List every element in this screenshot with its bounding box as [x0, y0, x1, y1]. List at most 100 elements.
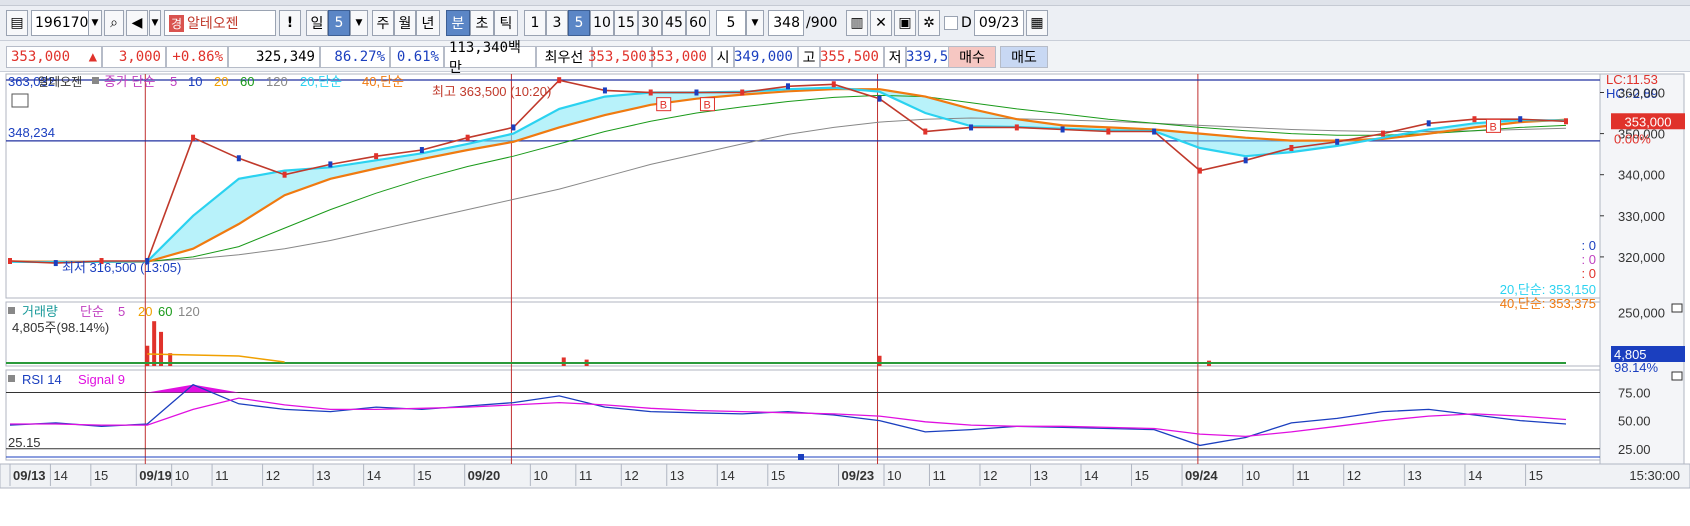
- minute-button-60[interactable]: 60: [686, 10, 710, 36]
- x-tick-label: 10: [533, 468, 547, 483]
- y-tick-label: 330,000: [1618, 209, 1665, 224]
- buy-marker-label: B: [660, 100, 667, 112]
- buy-button[interactable]: 매수: [948, 46, 996, 68]
- price-candle: [969, 124, 974, 131]
- x-tick-label: 13: [1033, 468, 1047, 483]
- x-tick-label: 13: [670, 468, 684, 483]
- tab-period-6[interactable]: 초: [470, 10, 494, 36]
- price-candle: [1060, 126, 1065, 133]
- gear-icon[interactable]: ✲: [918, 10, 940, 36]
- minute-button-10[interactable]: 10: [590, 10, 614, 36]
- tab-label: 년: [421, 16, 435, 32]
- crosshair-icon[interactable]: ✕: [870, 10, 892, 36]
- x-tick-label: 12: [624, 468, 638, 483]
- interval-input[interactable]: 5: [716, 10, 746, 36]
- tab-label: 월: [398, 16, 412, 32]
- minute-button-45[interactable]: 45: [662, 10, 686, 36]
- price-candle: [1426, 120, 1431, 127]
- volume-legend-square-icon: [8, 307, 15, 314]
- stock-code-input[interactable]: 196170: [31, 10, 89, 36]
- x-tick-label: 10: [1246, 468, 1260, 483]
- tab-period-5[interactable]: 분: [446, 10, 470, 36]
- stock-name: 알테오젠: [187, 16, 239, 32]
- date-checkbox[interactable]: [944, 16, 958, 30]
- price-candle: [328, 161, 333, 168]
- low-annotation: 최저 316,500 (13:05): [62, 260, 181, 275]
- tab-period-0[interactable]: 일: [306, 10, 328, 36]
- panel-collapse-icon[interactable]: [1671, 303, 1683, 313]
- price-candle: [511, 124, 516, 131]
- price-candle: [1335, 138, 1340, 145]
- price-candle: [1152, 128, 1157, 135]
- tab-period-4[interactable]: 년: [416, 10, 440, 36]
- minute-button-1[interactable]: 1: [524, 10, 546, 36]
- change-value: 3,000: [118, 49, 161, 65]
- speaker-icon[interactable]: ◀: [126, 10, 148, 36]
- window-menu-icon[interactable]: ▤: [6, 10, 28, 36]
- minute-button-15[interactable]: 15: [614, 10, 638, 36]
- best-bid: 353,000: [647, 49, 707, 65]
- button-label: 45: [665, 15, 683, 31]
- volume-legend-ma-5: 5: [118, 304, 125, 319]
- speaker-dropdown-chevron-icon[interactable]: ▼: [149, 10, 161, 36]
- price-candle: [419, 147, 424, 154]
- minute-button-30[interactable]: 30: [638, 10, 662, 36]
- rsi-legend-square-icon: [8, 375, 15, 382]
- price-candle: [602, 87, 607, 94]
- open-label-cell: 시: [712, 46, 734, 68]
- calendar-icon[interactable]: ▦: [1026, 10, 1048, 36]
- volume-bar: [159, 331, 164, 366]
- minute-button-3[interactable]: 3: [546, 10, 568, 36]
- chart-svg[interactable]: 363,032알테오젠 종가 단순 5 10 20 60 120 20,단순 40,단순348,…: [0, 72, 1690, 522]
- current-price: 353,000: [11, 49, 71, 65]
- legend-ma-20,단순: 20,단순: [300, 74, 342, 89]
- price-candle: [191, 134, 196, 141]
- x-tick-label: 09/13: [13, 468, 46, 483]
- high-label: 고: [802, 50, 816, 66]
- x-tick-label: 14: [367, 468, 381, 483]
- high-cell: 355,500: [820, 46, 884, 68]
- candle-type-icon[interactable]: ▥: [846, 10, 868, 36]
- period-dropdown-chevron-icon[interactable]: ▼: [350, 10, 368, 36]
- volume-bar: [561, 357, 566, 366]
- best-label-cell: 최우선: [536, 46, 592, 68]
- x-time-readout: 15:30:00: [1629, 468, 1680, 483]
- interval-dropdown-chevron-icon[interactable]: ▼: [746, 10, 764, 36]
- side-zero-value: : 0: [1582, 252, 1596, 267]
- x-tick-label: 11: [1296, 468, 1310, 483]
- alert-button[interactable]: !: [279, 10, 301, 36]
- grid-toggle-icon[interactable]: [11, 93, 29, 108]
- button-label: 10: [593, 15, 611, 31]
- x-tick-label: 12: [1347, 468, 1361, 483]
- volume-readout: 4,805주(98.14%): [12, 320, 109, 335]
- tab-period-7[interactable]: 틱: [494, 10, 518, 36]
- price-candle: [831, 81, 836, 88]
- price-candle: [8, 258, 12, 265]
- tab-period-1[interactable]: 5: [328, 10, 350, 36]
- minute-button-5[interactable]: 5: [568, 10, 590, 36]
- sell-button[interactable]: 매도: [1000, 46, 1048, 68]
- code-dropdown-chevron-icon[interactable]: ▼: [88, 10, 102, 36]
- search-icon[interactable]: ⌕: [104, 10, 124, 36]
- chart-area[interactable]: 363,032 알테오젠 종가 단순 5 10 20 60 120 20,단순 40,단순 348,…: [0, 72, 1690, 522]
- tab-period-2[interactable]: 주: [372, 10, 394, 36]
- tab-period-3[interactable]: 월: [394, 10, 416, 36]
- ma40-readout: 40,단순: 353,375: [1500, 296, 1596, 311]
- button-label: 15: [617, 15, 635, 31]
- price-candle: [1472, 116, 1477, 123]
- stock-name-box[interactable]: 경 알테오젠: [164, 10, 276, 36]
- x-tick-label: 15: [1529, 468, 1543, 483]
- price-candle: [465, 134, 470, 141]
- legend-ma-10: 10: [188, 74, 202, 89]
- x-tick-label: 10: [887, 468, 901, 483]
- ratio2-value: 0.61%: [396, 49, 439, 65]
- save-icon[interactable]: ▣: [894, 10, 916, 36]
- price-candle: [923, 128, 928, 135]
- date-value: 09/23: [978, 15, 1020, 31]
- date-input[interactable]: 09/23: [974, 10, 1024, 36]
- panel-collapse-icon[interactable]: [1671, 371, 1683, 381]
- x-tick-label: 14: [53, 468, 67, 483]
- count-input[interactable]: 348: [768, 10, 804, 36]
- date-checkbox-label: D: [961, 15, 972, 31]
- reference-line-label: 348,234: [8, 125, 55, 140]
